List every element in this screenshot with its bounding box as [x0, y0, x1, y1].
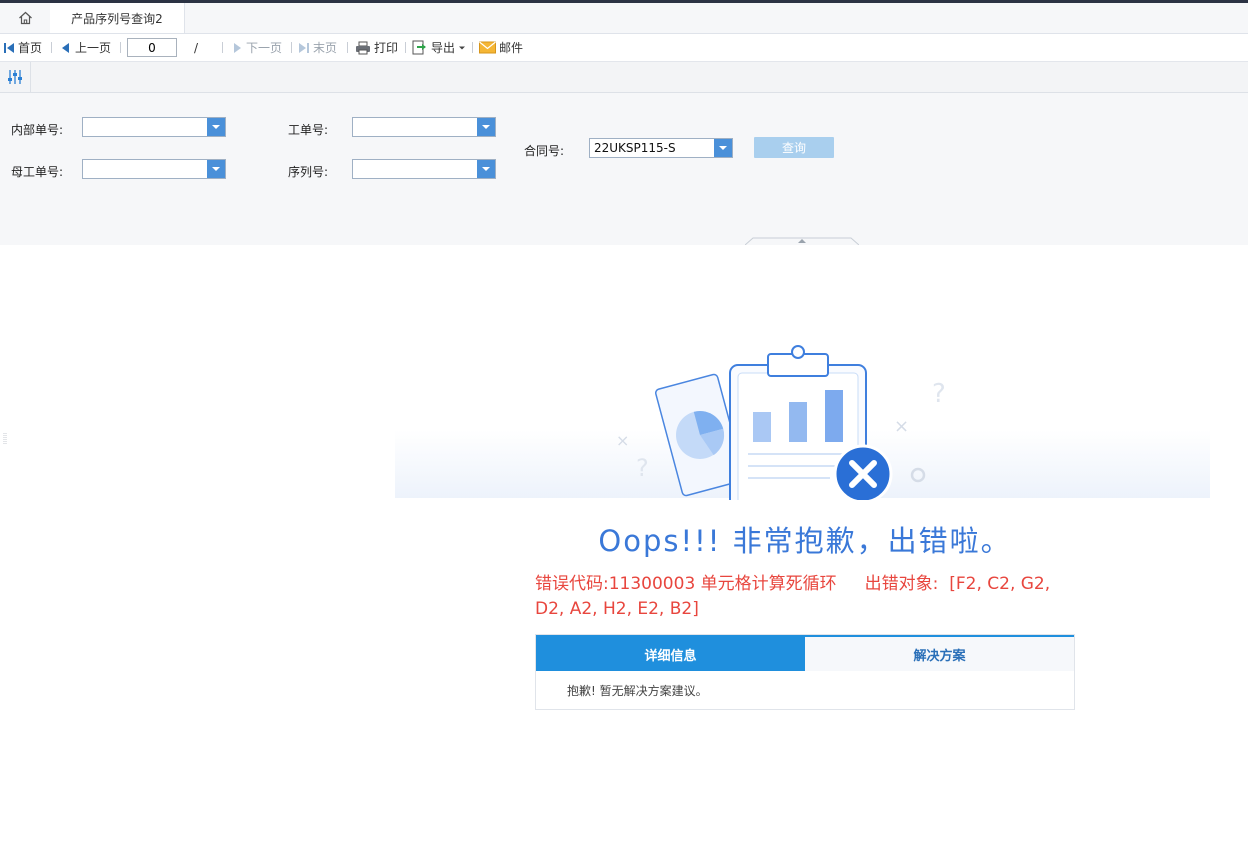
svg-text:×: × [616, 431, 629, 450]
toolbar-separator [51, 42, 52, 53]
parameter-panel-toggle-button[interactable] [0, 62, 31, 92]
serial-combo[interactable] [352, 159, 496, 179]
error-info-content: 抱歉! 暂无解决方案建议。 [567, 684, 708, 698]
wo-combo[interactable] [352, 117, 496, 137]
contract-label: 合同号: [524, 144, 565, 158]
chevron-down-icon [212, 125, 220, 129]
parameter-toggle-bar [0, 62, 1248, 93]
toolbar-separator [472, 42, 473, 53]
toolbar-separator [222, 42, 223, 53]
home-icon [18, 11, 32, 25]
chevron-down-icon [482, 167, 490, 171]
parent-wo-label: 母工单号: [11, 165, 64, 179]
parent-wo-dropdown-button[interactable] [207, 160, 225, 178]
chevron-down-icon [212, 167, 220, 171]
collapse-panel-handle[interactable] [745, 237, 859, 245]
inner-no-dropdown-button[interactable] [207, 118, 225, 136]
contract-combo[interactable]: 22UKSP115-S [589, 138, 733, 158]
printer-icon [356, 41, 370, 54]
page-number-input[interactable] [127, 38, 177, 57]
serial-label: 序列号: [288, 165, 329, 179]
svg-text:?: ? [932, 379, 946, 409]
error-info-tabs: 详细信息 解决方案 [536, 635, 1074, 671]
next-page-icon [234, 42, 241, 53]
parent-wo-combo[interactable] [82, 159, 226, 179]
error-message: 错误代码:11300003 单元格计算死循环 出错对象: [F2, C2, G2,… [535, 572, 1075, 622]
first-page-icon [4, 42, 14, 53]
prev-page-button[interactable]: 上一页 [60, 34, 111, 61]
wo-label: 工单号: [288, 123, 329, 137]
toolbar-separator [120, 42, 121, 53]
mail-icon [479, 41, 496, 54]
contract-value: 22UKSP115-S [594, 141, 676, 155]
query-button[interactable]: 查询 [754, 137, 834, 158]
tab-report[interactable]: 产品序列号查询2 [50, 3, 185, 33]
sliders-icon [8, 70, 22, 84]
next-page-button[interactable]: 下一页 [231, 34, 282, 61]
parameter-panel: 内部单号: 母工单号: 工单号: 序列号: 合同号: 22UKSP115-S 查… [0, 93, 1248, 245]
last-page-icon [299, 42, 309, 53]
report-toolbar: 首页 上一页 / 下一页 末页 打印 [0, 34, 1248, 62]
export-icon [412, 40, 426, 55]
inner-no-combo[interactable] [82, 117, 226, 137]
tab-bar: 产品序列号查询2 [0, 3, 1248, 34]
last-page-button[interactable]: 末页 [298, 34, 337, 61]
error-code: 错误代码:11300003 单元格计算死循环 [535, 574, 837, 594]
export-button[interactable]: 导出 [412, 34, 469, 61]
svg-text:?: ? [636, 454, 649, 482]
wo-dropdown-button[interactable] [477, 118, 495, 136]
error-info-panel: 详细信息 解决方案 抱歉! 暂无解决方案建议。 [535, 634, 1075, 710]
prev-page-icon [62, 42, 69, 53]
mail-button[interactable]: 邮件 [479, 34, 523, 61]
page-total: / [194, 40, 199, 55]
tab-report-label: 产品序列号查询2 [71, 11, 163, 26]
chevron-down-icon [719, 146, 727, 150]
chevron-down-icon [459, 46, 466, 49]
first-page-button[interactable]: 首页 [3, 34, 42, 61]
contract-dropdown-button[interactable] [714, 139, 732, 157]
print-button[interactable]: 打印 [355, 34, 398, 61]
toolbar-separator [405, 42, 406, 53]
side-drag-handle[interactable] [3, 432, 7, 446]
serial-dropdown-button[interactable] [477, 160, 495, 178]
inner-no-label: 内部单号: [11, 123, 64, 137]
svg-text:×: × [894, 416, 909, 437]
error-title: Oops!!! 非常抱歉，出错啦。 [598, 524, 1012, 558]
chevron-down-icon [482, 125, 490, 129]
error-object-label: 出错对象: [864, 574, 939, 594]
toolbar-separator [291, 42, 292, 53]
tab-solution[interactable]: 解决方案 [805, 637, 1074, 671]
tab-detail-info[interactable]: 详细信息 [536, 637, 805, 671]
home-tab[interactable] [0, 3, 51, 33]
toolbar-separator [347, 42, 348, 53]
error-illustration: ? ? × × [616, 345, 946, 500]
